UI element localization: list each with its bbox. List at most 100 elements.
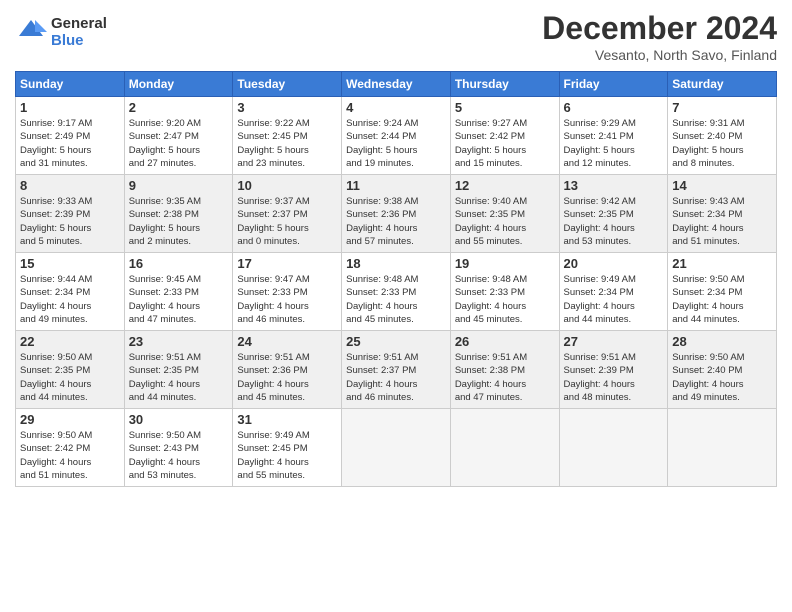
page-container: General Blue December 2024 Vesanto, Nort…: [0, 0, 792, 497]
day-number: 29: [20, 412, 120, 427]
cell-info: Daylight: 5 hours: [455, 144, 555, 157]
cell-info: and 45 minutes.: [237, 391, 337, 404]
cell-info: and 44 minutes.: [129, 391, 229, 404]
calendar-cell: 4Sunrise: 9:24 AMSunset: 2:44 PMDaylight…: [342, 97, 451, 175]
cell-info: Sunrise: 9:50 AM: [129, 429, 229, 442]
cell-info: Sunrise: 9:49 AM: [564, 273, 664, 286]
calendar-cell: 12Sunrise: 9:40 AMSunset: 2:35 PMDayligh…: [450, 175, 559, 253]
day-number: 26: [455, 334, 555, 349]
cell-info: and 15 minutes.: [455, 157, 555, 170]
cell-info: Sunrise: 9:51 AM: [455, 351, 555, 364]
cell-info: and 47 minutes.: [455, 391, 555, 404]
calendar-cell: 21Sunrise: 9:50 AMSunset: 2:34 PMDayligh…: [668, 253, 777, 331]
day-number: 19: [455, 256, 555, 271]
cell-info: Sunrise: 9:33 AM: [20, 195, 120, 208]
cell-info: Sunset: 2:33 PM: [346, 286, 446, 299]
cell-info: and 19 minutes.: [346, 157, 446, 170]
cell-info: Sunrise: 9:47 AM: [237, 273, 337, 286]
cell-info: and 46 minutes.: [346, 391, 446, 404]
day-number: 7: [672, 100, 772, 115]
day-number: 3: [237, 100, 337, 115]
calendar-cell: 19Sunrise: 9:48 AMSunset: 2:33 PMDayligh…: [450, 253, 559, 331]
calendar-cell: 28Sunrise: 9:50 AMSunset: 2:40 PMDayligh…: [668, 331, 777, 409]
cell-info: Daylight: 5 hours: [564, 144, 664, 157]
cell-info: Sunset: 2:34 PM: [20, 286, 120, 299]
cell-info: and 51 minutes.: [20, 469, 120, 482]
cell-info: Sunset: 2:35 PM: [455, 208, 555, 221]
cell-info: and 49 minutes.: [20, 313, 120, 326]
cell-info: Sunrise: 9:22 AM: [237, 117, 337, 130]
cell-info: Sunset: 2:39 PM: [20, 208, 120, 221]
day-number: 11: [346, 178, 446, 193]
calendar-week-3: 15Sunrise: 9:44 AMSunset: 2:34 PMDayligh…: [16, 253, 777, 331]
calendar-week-4: 22Sunrise: 9:50 AMSunset: 2:35 PMDayligh…: [16, 331, 777, 409]
cell-info: Sunset: 2:33 PM: [237, 286, 337, 299]
calendar-body: 1Sunrise: 9:17 AMSunset: 2:49 PMDaylight…: [16, 97, 777, 487]
cell-info: Sunrise: 9:37 AM: [237, 195, 337, 208]
day-number: 21: [672, 256, 772, 271]
day-number: 20: [564, 256, 664, 271]
cell-info: Sunrise: 9:51 AM: [237, 351, 337, 364]
day-number: 14: [672, 178, 772, 193]
cell-info: Sunrise: 9:17 AM: [20, 117, 120, 130]
day-number: 2: [129, 100, 229, 115]
cell-info: Sunset: 2:40 PM: [672, 364, 772, 377]
cell-info: Daylight: 4 hours: [455, 378, 555, 391]
day-number: 9: [129, 178, 229, 193]
cell-info: Daylight: 5 hours: [20, 144, 120, 157]
calendar-table: SundayMondayTuesdayWednesdayThursdayFrid…: [15, 71, 777, 487]
cell-info: Sunset: 2:40 PM: [672, 130, 772, 143]
cell-info: Daylight: 4 hours: [237, 456, 337, 469]
day-number: 30: [129, 412, 229, 427]
cell-info: Daylight: 4 hours: [346, 378, 446, 391]
cell-info: and 49 minutes.: [672, 391, 772, 404]
cell-info: Daylight: 4 hours: [20, 378, 120, 391]
calendar-cell: 27Sunrise: 9:51 AMSunset: 2:39 PMDayligh…: [559, 331, 668, 409]
day-number: 6: [564, 100, 664, 115]
cell-info: Sunset: 2:37 PM: [237, 208, 337, 221]
title-block: December 2024 Vesanto, North Savo, Finla…: [542, 10, 777, 63]
cell-info: Sunrise: 9:20 AM: [129, 117, 229, 130]
day-number: 31: [237, 412, 337, 427]
logo-text: General Blue: [51, 15, 107, 49]
cell-info: and 45 minutes.: [455, 313, 555, 326]
cell-info: Sunset: 2:36 PM: [237, 364, 337, 377]
cell-info: Sunrise: 9:31 AM: [672, 117, 772, 130]
cell-info: Sunset: 2:35 PM: [129, 364, 229, 377]
cell-info: Sunrise: 9:45 AM: [129, 273, 229, 286]
calendar-cell: 2Sunrise: 9:20 AMSunset: 2:47 PMDaylight…: [124, 97, 233, 175]
cell-info: and 51 minutes.: [672, 235, 772, 248]
day-number: 15: [20, 256, 120, 271]
calendar-cell: 29Sunrise: 9:50 AMSunset: 2:42 PMDayligh…: [16, 409, 125, 487]
cell-info: Sunset: 2:44 PM: [346, 130, 446, 143]
cell-info: Sunrise: 9:50 AM: [20, 351, 120, 364]
day-number: 4: [346, 100, 446, 115]
day-number: 1: [20, 100, 120, 115]
day-number: 17: [237, 256, 337, 271]
cell-info: Daylight: 4 hours: [564, 300, 664, 313]
cell-info: Sunrise: 9:51 AM: [129, 351, 229, 364]
calendar-cell: 24Sunrise: 9:51 AMSunset: 2:36 PMDayligh…: [233, 331, 342, 409]
calendar-week-2: 8Sunrise: 9:33 AMSunset: 2:39 PMDaylight…: [16, 175, 777, 253]
calendar-cell: [342, 409, 451, 487]
cell-info: and 2 minutes.: [129, 235, 229, 248]
day-header-wednesday: Wednesday: [342, 72, 451, 97]
cell-info: Daylight: 5 hours: [237, 222, 337, 235]
cell-info: Sunrise: 9:50 AM: [20, 429, 120, 442]
cell-info: Sunrise: 9:42 AM: [564, 195, 664, 208]
calendar-cell: 9Sunrise: 9:35 AMSunset: 2:38 PMDaylight…: [124, 175, 233, 253]
cell-info: and 45 minutes.: [346, 313, 446, 326]
cell-info: Daylight: 4 hours: [20, 300, 120, 313]
cell-info: and 55 minutes.: [455, 235, 555, 248]
cell-info: Sunset: 2:38 PM: [455, 364, 555, 377]
cell-info: Sunrise: 9:27 AM: [455, 117, 555, 130]
cell-info: and 48 minutes.: [564, 391, 664, 404]
cell-info: and 46 minutes.: [237, 313, 337, 326]
cell-info: Daylight: 5 hours: [237, 144, 337, 157]
cell-info: and 12 minutes.: [564, 157, 664, 170]
cell-info: Daylight: 4 hours: [237, 378, 337, 391]
cell-info: Sunrise: 9:51 AM: [564, 351, 664, 364]
cell-info: Sunrise: 9:29 AM: [564, 117, 664, 130]
cell-info: and 0 minutes.: [237, 235, 337, 248]
cell-info: Sunset: 2:47 PM: [129, 130, 229, 143]
